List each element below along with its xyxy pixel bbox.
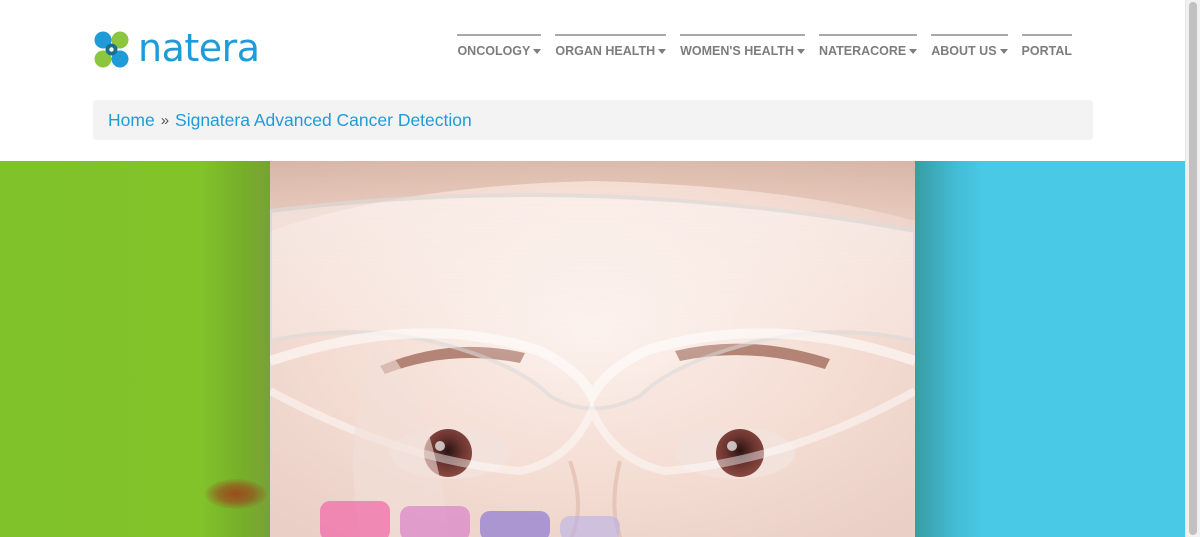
chevron-down-icon — [533, 49, 542, 54]
chevron-down-icon — [796, 49, 805, 54]
nav-item-label: PORTAL — [1021, 44, 1072, 58]
chevron-down-icon — [658, 49, 667, 54]
nav-item-label: WOMEN'S HEALTH — [680, 44, 794, 58]
main-nav: ONCOLOGY ORGAN HEALTH WOMEN'S HEALTH NAT… — [457, 34, 1072, 60]
chevron-down-icon — [999, 49, 1008, 54]
logo-mark-icon — [94, 31, 129, 68]
site-header: natera ONCOLOGY ORGAN HEALTH WOMEN'S HEA… — [0, 0, 1185, 100]
nav-item-about-us[interactable]: ABOUT US — [931, 34, 1008, 60]
vertical-scrollbar[interactable] — [1185, 0, 1200, 537]
hero-banner — [0, 161, 1185, 537]
nav-item-oncology[interactable]: ONCOLOGY — [457, 34, 542, 60]
nav-item-womens-health[interactable]: WOMEN'S HEALTH — [680, 34, 805, 60]
nav-item-label: NATERACORE — [818, 44, 907, 58]
breadcrumb-separator: » — [160, 111, 170, 129]
nav-item-label: ONCOLOGY — [457, 44, 531, 58]
breadcrumb: Home » Signatera Advanced Cancer Detecti… — [93, 100, 1093, 140]
nav-item-nateracore[interactable]: NATERACORE — [818, 34, 918, 60]
scrollbar-thumb[interactable] — [1189, 2, 1197, 535]
nav-item-portal[interactable]: PORTAL — [1021, 34, 1072, 60]
page: natera ONCOLOGY ORGAN HEALTH WOMEN'S HEA… — [0, 0, 1200, 537]
breadcrumb-current-link[interactable]: Signatera Advanced Cancer Detection — [175, 110, 472, 131]
nav-item-organ-health[interactable]: ORGAN HEALTH — [555, 34, 667, 60]
hero-blue-edge — [915, 161, 985, 537]
nav-item-label: ORGAN HEALTH — [555, 44, 656, 58]
chevron-down-icon — [909, 49, 918, 54]
logo-wordmark: natera — [138, 26, 260, 70]
scientist-with-safety-goggles-photo — [270, 161, 915, 537]
breadcrumb-home-link[interactable]: Home — [108, 110, 155, 131]
hero-green-spot — [205, 479, 267, 509]
natera-logo[interactable]: natera — [93, 26, 260, 70]
nav-item-label: ABOUT US — [931, 44, 997, 58]
